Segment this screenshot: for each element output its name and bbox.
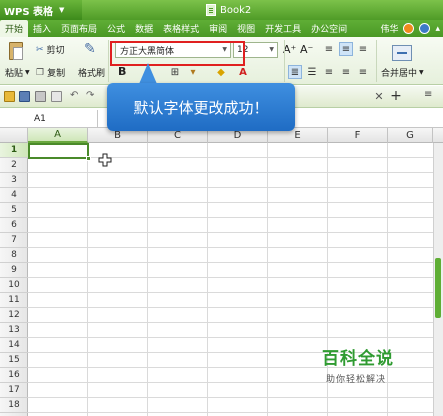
cell-cursor-icon (98, 153, 112, 167)
quick-menu-icon[interactable]: ≡ (424, 89, 432, 100)
menu-bar: 开始 插入 页面布局 公式 数据 表格样式 审阅 视图 开发工具 办公空间 伟华… (0, 20, 443, 37)
save-icon[interactable] (19, 91, 30, 102)
menu-page-layout[interactable]: 页面布局 (56, 20, 102, 37)
title-bar: WPS 表格 ▼ Book2 (0, 0, 443, 20)
align-right-icon[interactable]: ≡ (339, 65, 353, 79)
cut-label: 剪切 (46, 46, 65, 56)
user-area: 伟华 ▴ (380, 20, 440, 37)
row-header[interactable]: 15 (0, 353, 28, 368)
merge-cells-icon[interactable] (392, 45, 412, 61)
row-header[interactable]: 6 (0, 218, 28, 233)
close-tab-icon[interactable]: ✕ (372, 88, 386, 104)
menu-data[interactable]: 数据 (130, 20, 158, 37)
skin-icon[interactable] (403, 23, 415, 34)
ribbon-separator (284, 40, 285, 82)
chevron-up-icon[interactable]: ▴ (435, 24, 440, 34)
row-header[interactable]: 12 (0, 308, 28, 323)
column-header-g[interactable]: G (388, 128, 433, 143)
row-header[interactable]: 8 (0, 248, 28, 263)
callout-tail (139, 63, 157, 84)
bold-button[interactable]: B (118, 65, 126, 78)
ribbon-separator (376, 40, 377, 82)
brush-icon[interactable]: ✎ (84, 41, 96, 57)
row-header[interactable]: 16 (0, 368, 28, 383)
align-center-icon[interactable]: ≡ (322, 65, 336, 79)
copy-label: 复制 (47, 69, 66, 79)
chevron-down-icon[interactable]: ▼ (269, 46, 274, 53)
name-box[interactable]: A1 (0, 110, 98, 127)
fill-handle[interactable] (86, 156, 91, 161)
selected-cell-a1[interactable] (28, 143, 89, 159)
menu-table-style[interactable]: 表格样式 (158, 20, 204, 37)
user-name[interactable]: 伟华 (380, 22, 398, 35)
align-top-icon[interactable]: ≡ (322, 42, 336, 56)
row-header[interactable]: 17 (0, 383, 28, 398)
success-callout: 默认字体更改成功！ (107, 83, 295, 131)
shrink-font-button[interactable]: A⁻ (300, 43, 313, 56)
scrollbar-thumb[interactable] (435, 258, 441, 318)
document-title-text: Book2 (220, 4, 252, 16)
menu-review[interactable]: 审阅 (204, 20, 232, 37)
document-title: Book2 (206, 2, 251, 18)
merge-center-button[interactable]: 合并居中 ▼ (381, 66, 424, 79)
row-header[interactable]: 9 (0, 263, 28, 278)
row-header[interactable]: 5 (0, 203, 28, 218)
row-headers: 1 2 3 4 5 6 7 8 9 10 11 12 13 14 15 16 1… (0, 143, 28, 416)
merge-center-label: 合并居中 (381, 69, 418, 79)
border-icon[interactable]: ⊞ (168, 65, 182, 79)
scissors-icon: ✂ (36, 44, 44, 55)
indent-icon[interactable]: ☰ (305, 65, 319, 79)
row-header[interactable]: 3 (0, 173, 28, 188)
help-icon[interactable] (419, 23, 431, 34)
watermark-title: 百科全说 (322, 349, 394, 369)
row-header[interactable]: 4 (0, 188, 28, 203)
paste-button[interactable]: 粘贴 ▼ (5, 66, 30, 79)
ribbon-separator (108, 40, 109, 82)
app-name: WPS 表格 (4, 6, 54, 18)
watermark-subtitle: 助你轻松解决 (326, 375, 387, 385)
app-menu-button[interactable]: WPS 表格 ▼ (0, 0, 82, 20)
paste-icon[interactable] (9, 42, 23, 60)
select-all-corner[interactable] (0, 128, 28, 143)
row-header[interactable]: 2 (0, 158, 28, 173)
spreadsheet-icon (206, 4, 216, 16)
font-color-icon[interactable]: A (236, 65, 250, 79)
open-folder-icon[interactable] (4, 91, 15, 102)
menu-office-space[interactable]: 办公空间 (306, 20, 352, 37)
menu-insert[interactable]: 插入 (28, 20, 56, 37)
fill-color-icon[interactable]: ▾ (186, 65, 200, 79)
align-bottom-icon[interactable]: ≡ (356, 42, 370, 56)
cut-button[interactable]: ✂ 剪切 (36, 43, 65, 57)
menu-developer[interactable]: 开发工具 (260, 20, 306, 37)
highlight-icon[interactable]: ◆ (214, 65, 228, 79)
paste-label: 粘贴 (5, 69, 24, 79)
column-header-f[interactable]: F (328, 128, 388, 143)
format-painter-button[interactable]: 格式刷 (78, 66, 105, 79)
copy-icon: ❐ (36, 67, 45, 78)
row-header[interactable]: 11 (0, 293, 28, 308)
row-header[interactable]: 7 (0, 233, 28, 248)
row-header[interactable]: 13 (0, 323, 28, 338)
undo-icon[interactable]: ↶ (70, 90, 78, 101)
row-header[interactable]: 14 (0, 338, 28, 353)
row-header[interactable]: 18 (0, 398, 28, 413)
row-header[interactable]: 1 (0, 143, 28, 158)
align-left-icon[interactable]: ≣ (288, 65, 302, 79)
column-header-a[interactable]: A (28, 128, 88, 143)
menu-home[interactable]: 开始 (0, 20, 29, 37)
chevron-down-icon: ▼ (59, 6, 65, 14)
menu-formulas[interactable]: 公式 (102, 20, 130, 37)
font-highlight-frame (110, 41, 245, 66)
align-middle-icon[interactable]: ≡ (339, 42, 353, 56)
justify-icon[interactable]: ≡ (356, 65, 370, 79)
print-icon[interactable] (35, 91, 46, 102)
new-tab-button[interactable]: + (388, 88, 404, 104)
copy-button[interactable]: ❐ 复制 (36, 66, 66, 80)
redo-icon[interactable]: ↷ (86, 90, 94, 101)
grow-font-button[interactable]: A⁺ (283, 43, 296, 56)
row-header[interactable]: 10 (0, 278, 28, 293)
print-preview-icon[interactable] (51, 91, 62, 102)
menu-view[interactable]: 视图 (232, 20, 260, 37)
